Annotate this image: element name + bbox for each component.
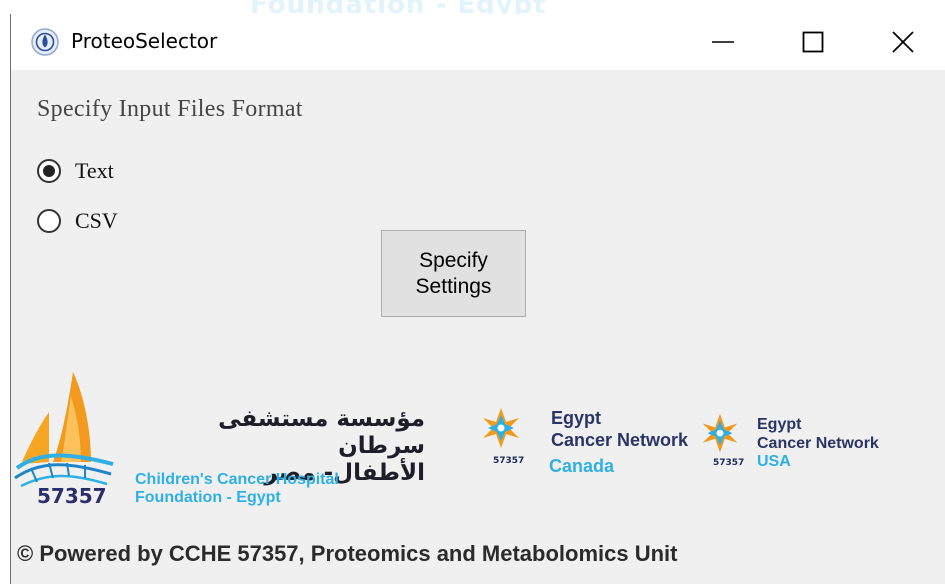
ecn-star-icon [702,413,738,453]
radio-text-label[interactable]: Text [75,158,114,184]
input-format-label: Specify Input Files Format [37,96,303,122]
background-banner: Foundation - Egypt [0,0,945,14]
background-text: Foundation - Egypt [250,0,547,14]
app-window: ProteoSelector Specify Input Files Forma… [10,14,945,584]
app-icon [31,28,59,56]
ecn-usa-line2: Cancer Network [757,435,879,452]
radio-csv[interactable]: CSV [37,208,118,234]
maximize-icon [802,31,824,53]
radio-text[interactable]: Text [37,158,114,184]
ccfh-arabic-line1: مؤسسة مستشفى سرطان [218,406,425,459]
specify-settings-button[interactable]: Specify Settings [381,230,526,317]
ccfh-english-line2: Foundation - Egypt [135,489,281,506]
ecn-usa-line1: Egypt [757,416,802,433]
radio-csv-label[interactable]: CSV [75,208,118,234]
ccfh-number: 57357 [37,484,107,508]
minimize-button[interactable] [677,14,769,70]
maximize-button[interactable] [767,14,859,70]
ecn-canada-number: 57357 [493,456,525,466]
ecn-canada-line2: Cancer Network [551,430,689,450]
window-title: ProteoSelector [71,29,218,53]
radio-button[interactable] [37,209,61,233]
ecn-star-icon [483,408,519,448]
ecn-canada-line1: Egypt [551,408,602,428]
ccfh-english-name: Children's Cancer Hospital Foundation - … [135,471,339,507]
ecn-usa-country: USA [757,453,791,470]
footer-credit: © Powered by CCHE 57357, Proteomics and … [17,541,678,566]
ecn-canada-country: Canada [549,456,615,476]
title-bar: ProteoSelector [11,14,945,70]
close-button[interactable] [857,14,945,70]
ecn-usa-number: 57357 [713,458,745,468]
ccfh-english-line1: Children's Cancer Hospital [135,471,339,488]
radio-button[interactable] [37,159,61,183]
close-icon [892,31,914,53]
minimize-icon [712,41,734,43]
radio-selected-dot [43,165,55,177]
